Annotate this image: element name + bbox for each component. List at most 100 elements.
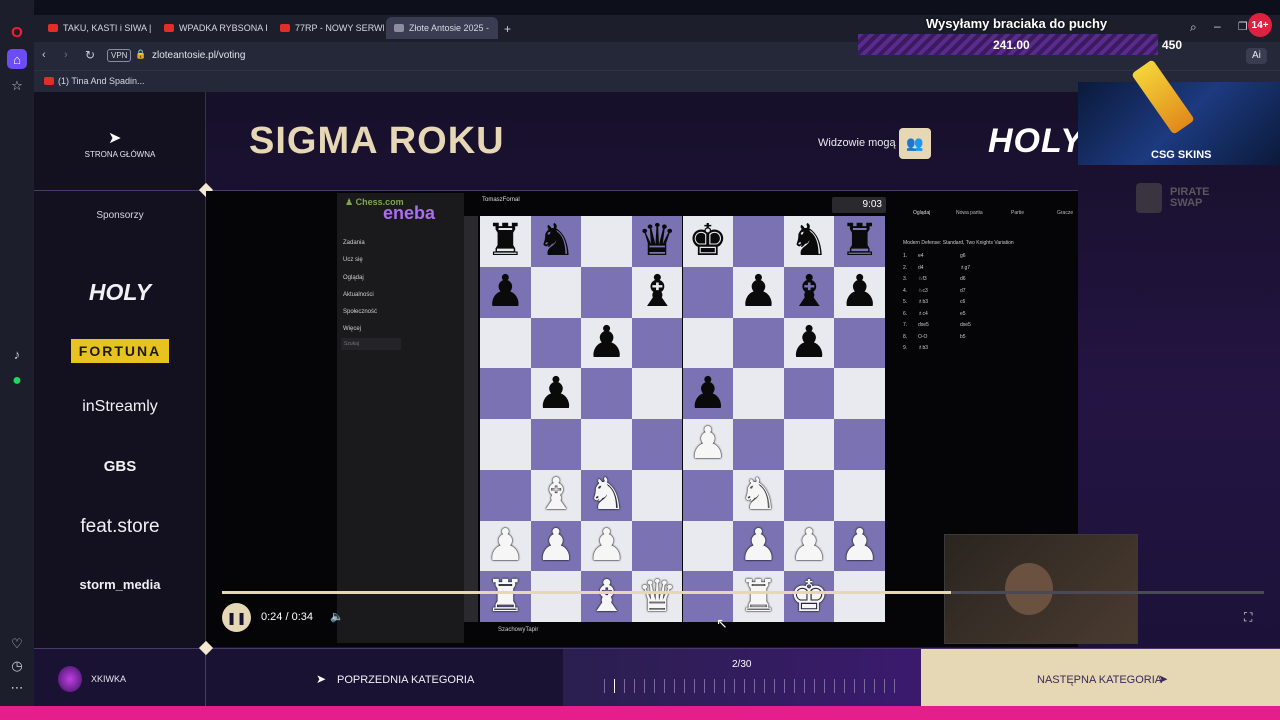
history-icon[interactable]: ◷ <box>7 656 27 676</box>
board-square[interactable] <box>530 317 582 369</box>
board-square[interactable]: ♝ <box>631 266 683 318</box>
board-square[interactable] <box>733 419 784 470</box>
white-pawn-icon[interactable]: ♟ <box>688 422 727 466</box>
board-square[interactable]: ♟ <box>682 419 734 470</box>
category-tick[interactable] <box>674 679 675 693</box>
more-icon[interactable]: ⋯ <box>7 678 27 698</box>
star-icon[interactable]: ☆ <box>7 76 27 96</box>
board-square[interactable]: ♟ <box>733 266 784 318</box>
board-square[interactable] <box>783 419 835 470</box>
black-pawn-icon[interactable]: ♟ <box>789 320 828 365</box>
category-tick[interactable] <box>854 679 855 693</box>
black-rook-icon[interactable]: ♜ <box>840 219 879 263</box>
category-tick[interactable] <box>864 679 865 693</box>
search-icon[interactable]: ⌕ <box>1190 20 1197 35</box>
board-square[interactable] <box>530 419 582 470</box>
bookmark-item[interactable]: (1) Tina And Spadin... <box>58 76 145 86</box>
board-square[interactable]: ♟ <box>530 520 582 572</box>
category-tick[interactable] <box>894 679 895 693</box>
white-pawn-icon[interactable]: ♟ <box>587 523 626 568</box>
board-square[interactable] <box>733 317 784 369</box>
category-tick[interactable] <box>824 679 825 693</box>
category-tick[interactable] <box>794 679 795 693</box>
board-square[interactable]: ♚ <box>682 216 734 267</box>
home-icon[interactable]: ⌂ <box>7 49 27 69</box>
board-square[interactable] <box>682 469 734 521</box>
reload-icon[interactable]: ↻ <box>85 48 95 62</box>
video-progress-track[interactable] <box>222 591 1264 594</box>
board-square[interactable]: ♝ <box>783 266 835 318</box>
board-square[interactable] <box>783 368 835 419</box>
category-tick[interactable] <box>694 679 695 693</box>
next-category-button[interactable]: NASTĘPNA KATEGORIA ➤ <box>921 649 1280 707</box>
board-square[interactable]: ♜ <box>834 216 885 267</box>
black-pawn-icon[interactable]: ♟ <box>486 270 525 314</box>
board-square[interactable] <box>631 520 683 572</box>
board-square[interactable] <box>682 317 734 369</box>
category-tick[interactable] <box>624 679 625 693</box>
home-link[interactable]: STRONA GŁÓWNA <box>60 150 180 159</box>
board-square[interactable]: ♟ <box>581 317 632 369</box>
chess-board[interactable]: ♜ ♞ ♛ ♚ ♞ ♜ ♟ ♝ ♟ ♝ ♟ ♟ ♟ ♟ ♟ ♟ ♝ ♞ ♞ ♟ ♟ ♟ ♟ ♟ ♟ ♜ ♝ ♛ ♜ ♚ <box>480 216 885 622</box>
category-tick[interactable] <box>744 679 745 693</box>
board-square[interactable] <box>480 317 531 369</box>
prev-category-button[interactable]: POPRZEDNIA KATEGORIA <box>337 674 474 686</box>
board-square[interactable] <box>480 469 531 521</box>
ai-button[interactable]: Ai <box>1246 48 1267 64</box>
board-square[interactable]: ♜ <box>480 216 531 267</box>
sponsor-fortuna[interactable]: FORTUNA <box>71 339 169 363</box>
board-square[interactable] <box>834 419 885 470</box>
category-ticks[interactable] <box>604 679 895 693</box>
black-rook-icon[interactable]: ♜ <box>486 219 525 263</box>
url-field[interactable]: zloteantosie.pl/voting <box>152 50 245 61</box>
board-square[interactable]: ♝ <box>530 469 582 521</box>
category-tick[interactable] <box>724 679 725 693</box>
board-square[interactable] <box>631 368 683 419</box>
board-square[interactable] <box>733 368 784 419</box>
vpn-badge[interactable]: VPN <box>107 49 132 62</box>
board-square[interactable] <box>631 419 683 470</box>
new-tab-plus-icon[interactable]: + <box>504 22 511 36</box>
home-arrow-icon[interactable]: ➤ <box>108 128 121 148</box>
board-square[interactable]: ♟ <box>682 368 734 419</box>
black-pawn-icon[interactable]: ♟ <box>688 371 727 416</box>
white-pawn-icon[interactable]: ♟ <box>739 523 778 568</box>
board-square[interactable] <box>631 469 683 521</box>
black-knight-icon[interactable]: ♞ <box>536 219 575 263</box>
black-bishop-icon[interactable]: ♝ <box>789 270 828 314</box>
category-tick[interactable] <box>704 679 705 693</box>
board-square[interactable]: ♜ <box>733 571 784 622</box>
board-square[interactable] <box>834 469 885 521</box>
board-square[interactable]: ♛ <box>631 216 683 267</box>
sponsor-instreamly[interactable]: inStreamly <box>68 398 172 416</box>
white-bishop-icon[interactable]: ♝ <box>536 473 575 517</box>
category-tick[interactable] <box>844 679 845 693</box>
fullscreen-icon[interactable]: ⛶ <box>1244 610 1252 625</box>
board-square[interactable] <box>480 368 531 419</box>
board-square[interactable]: ♟ <box>783 520 835 572</box>
category-tick[interactable] <box>754 679 755 693</box>
board-square[interactable] <box>480 419 531 470</box>
category-tick[interactable] <box>604 679 605 693</box>
maximize-icon[interactable]: ❐ <box>1238 20 1248 33</box>
minimize-icon[interactable]: – <box>1214 19 1221 33</box>
board-square[interactable] <box>682 520 734 572</box>
board-square[interactable]: ♟ <box>530 368 582 419</box>
board-square[interactable] <box>682 266 734 318</box>
board-square[interactable]: ♟ <box>733 520 784 572</box>
category-tick[interactable] <box>714 679 715 693</box>
white-queen-icon[interactable]: ♛ <box>637 574 676 619</box>
white-pawn-icon[interactable]: ♟ <box>536 523 575 568</box>
board-square[interactable] <box>733 216 784 267</box>
board-square[interactable]: ♟ <box>834 520 885 572</box>
category-tick[interactable] <box>804 679 805 693</box>
black-pawn-icon[interactable]: ♟ <box>536 371 575 416</box>
board-square[interactable]: ♟ <box>480 266 531 318</box>
category-tick[interactable] <box>814 679 815 693</box>
board-square[interactable]: ♞ <box>530 216 582 267</box>
category-tick[interactable] <box>654 679 655 693</box>
sponsor-featstore[interactable]: feat.store <box>68 516 172 538</box>
board-square[interactable]: ♛ <box>631 571 683 622</box>
white-rook-icon[interactable]: ♜ <box>486 574 525 619</box>
heart-icon[interactable]: ♡ <box>7 634 27 654</box>
